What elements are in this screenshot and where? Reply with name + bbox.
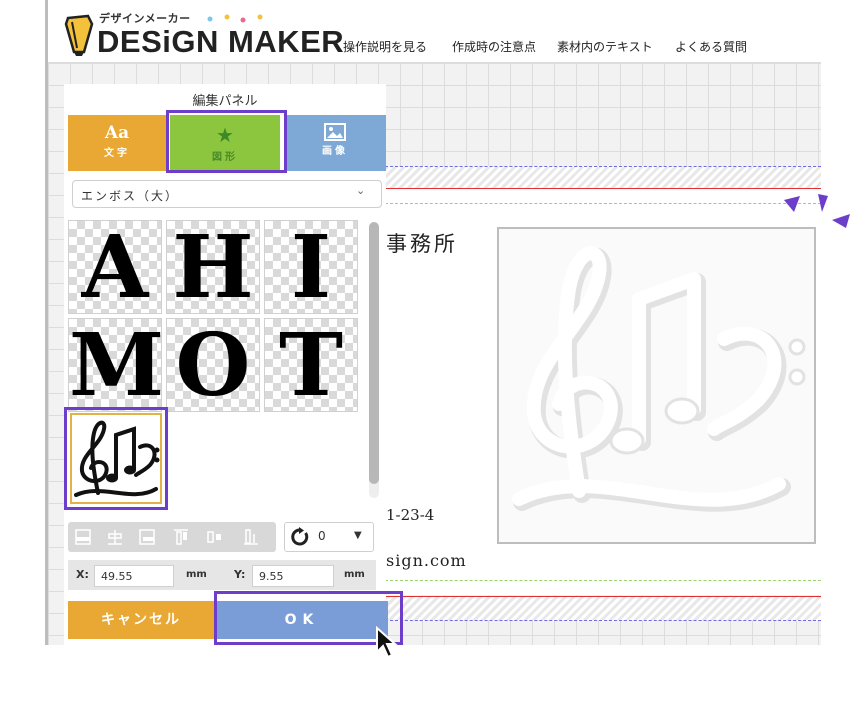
shape-tab-highlight bbox=[166, 110, 287, 173]
shape-style-select[interactable]: エンボス（大） bbox=[72, 180, 382, 208]
shape-tile-h[interactable]: H bbox=[166, 220, 260, 314]
tab-image-label: 画像 bbox=[322, 146, 348, 157]
paint-tube-logo-icon bbox=[64, 14, 94, 56]
embossed-music-notes-icon bbox=[512, 246, 806, 512]
card-address-text[interactable]: 1-23-4 bbox=[386, 506, 434, 524]
y-position-input[interactable]: 9.55 bbox=[252, 565, 334, 587]
align-top-icon[interactable] bbox=[172, 528, 190, 546]
tab-text-label: 文字 bbox=[104, 148, 130, 159]
safe-line-top bbox=[385, 203, 821, 204]
align-center-h-icon[interactable] bbox=[106, 528, 124, 546]
chevron-down-icon: ⌄ bbox=[356, 184, 366, 197]
align-bottom-icon[interactable] bbox=[242, 528, 260, 546]
rotate-icon bbox=[291, 527, 309, 546]
text-aa-icon: Aa bbox=[104, 123, 130, 143]
y-unit: mm bbox=[344, 569, 365, 580]
nav-faq[interactable]: よくある質問 bbox=[675, 38, 747, 55]
rotate-value: 0 bbox=[318, 529, 326, 543]
card-office-text[interactable]: 事務所 bbox=[386, 228, 458, 258]
music-notes-icon bbox=[74, 420, 160, 497]
shape-tile-m[interactable]: M bbox=[68, 318, 162, 412]
bleed-area-top bbox=[385, 166, 821, 188]
image-icon bbox=[324, 123, 346, 141]
nav-material-text[interactable]: 素材内のテキスト bbox=[557, 38, 653, 55]
align-left-icon[interactable] bbox=[74, 528, 92, 546]
x-label: X: bbox=[76, 568, 89, 581]
shape-tile-o[interactable]: O bbox=[166, 318, 260, 412]
caret-down-icon: ▼ bbox=[354, 530, 362, 541]
cancel-button[interactable]: キャンセル bbox=[68, 601, 214, 639]
scrollbar-thumb[interactable] bbox=[369, 222, 379, 484]
logo-dots-icon bbox=[207, 14, 263, 23]
nav-notes[interactable]: 作成時の注意点 bbox=[452, 38, 536, 55]
nav-instructions[interactable]: 操作説明を見る bbox=[343, 38, 427, 55]
y-label: Y: bbox=[234, 568, 246, 581]
safe-line-bottom bbox=[385, 580, 821, 581]
card-email-text[interactable]: sign.com bbox=[386, 551, 467, 570]
selection-arrows-icon bbox=[784, 194, 850, 228]
x-position-input[interactable]: 49.55 bbox=[94, 565, 174, 587]
align-right-icon[interactable] bbox=[138, 528, 156, 546]
shape-tile-t[interactable]: T bbox=[264, 318, 358, 412]
shape-tile-music[interactable] bbox=[70, 413, 162, 504]
align-middle-icon[interactable] bbox=[206, 528, 224, 546]
shape-tile-a[interactable]: A bbox=[68, 220, 162, 314]
panel-title: 編集パネル bbox=[192, 94, 258, 109]
trim-line-top bbox=[385, 188, 821, 189]
tab-text[interactable]: Aa 文字 bbox=[68, 115, 166, 171]
logo-wordmark[interactable]: DESiGN MAKER bbox=[97, 24, 344, 60]
tab-image[interactable]: 画像 bbox=[284, 115, 386, 171]
x-unit: mm bbox=[186, 569, 207, 580]
embossed-music-graphic[interactable] bbox=[497, 227, 816, 544]
bleed-area-bottom bbox=[385, 597, 821, 621]
mouse-cursor-icon bbox=[376, 626, 398, 659]
shape-tile-i[interactable]: I bbox=[264, 220, 358, 314]
